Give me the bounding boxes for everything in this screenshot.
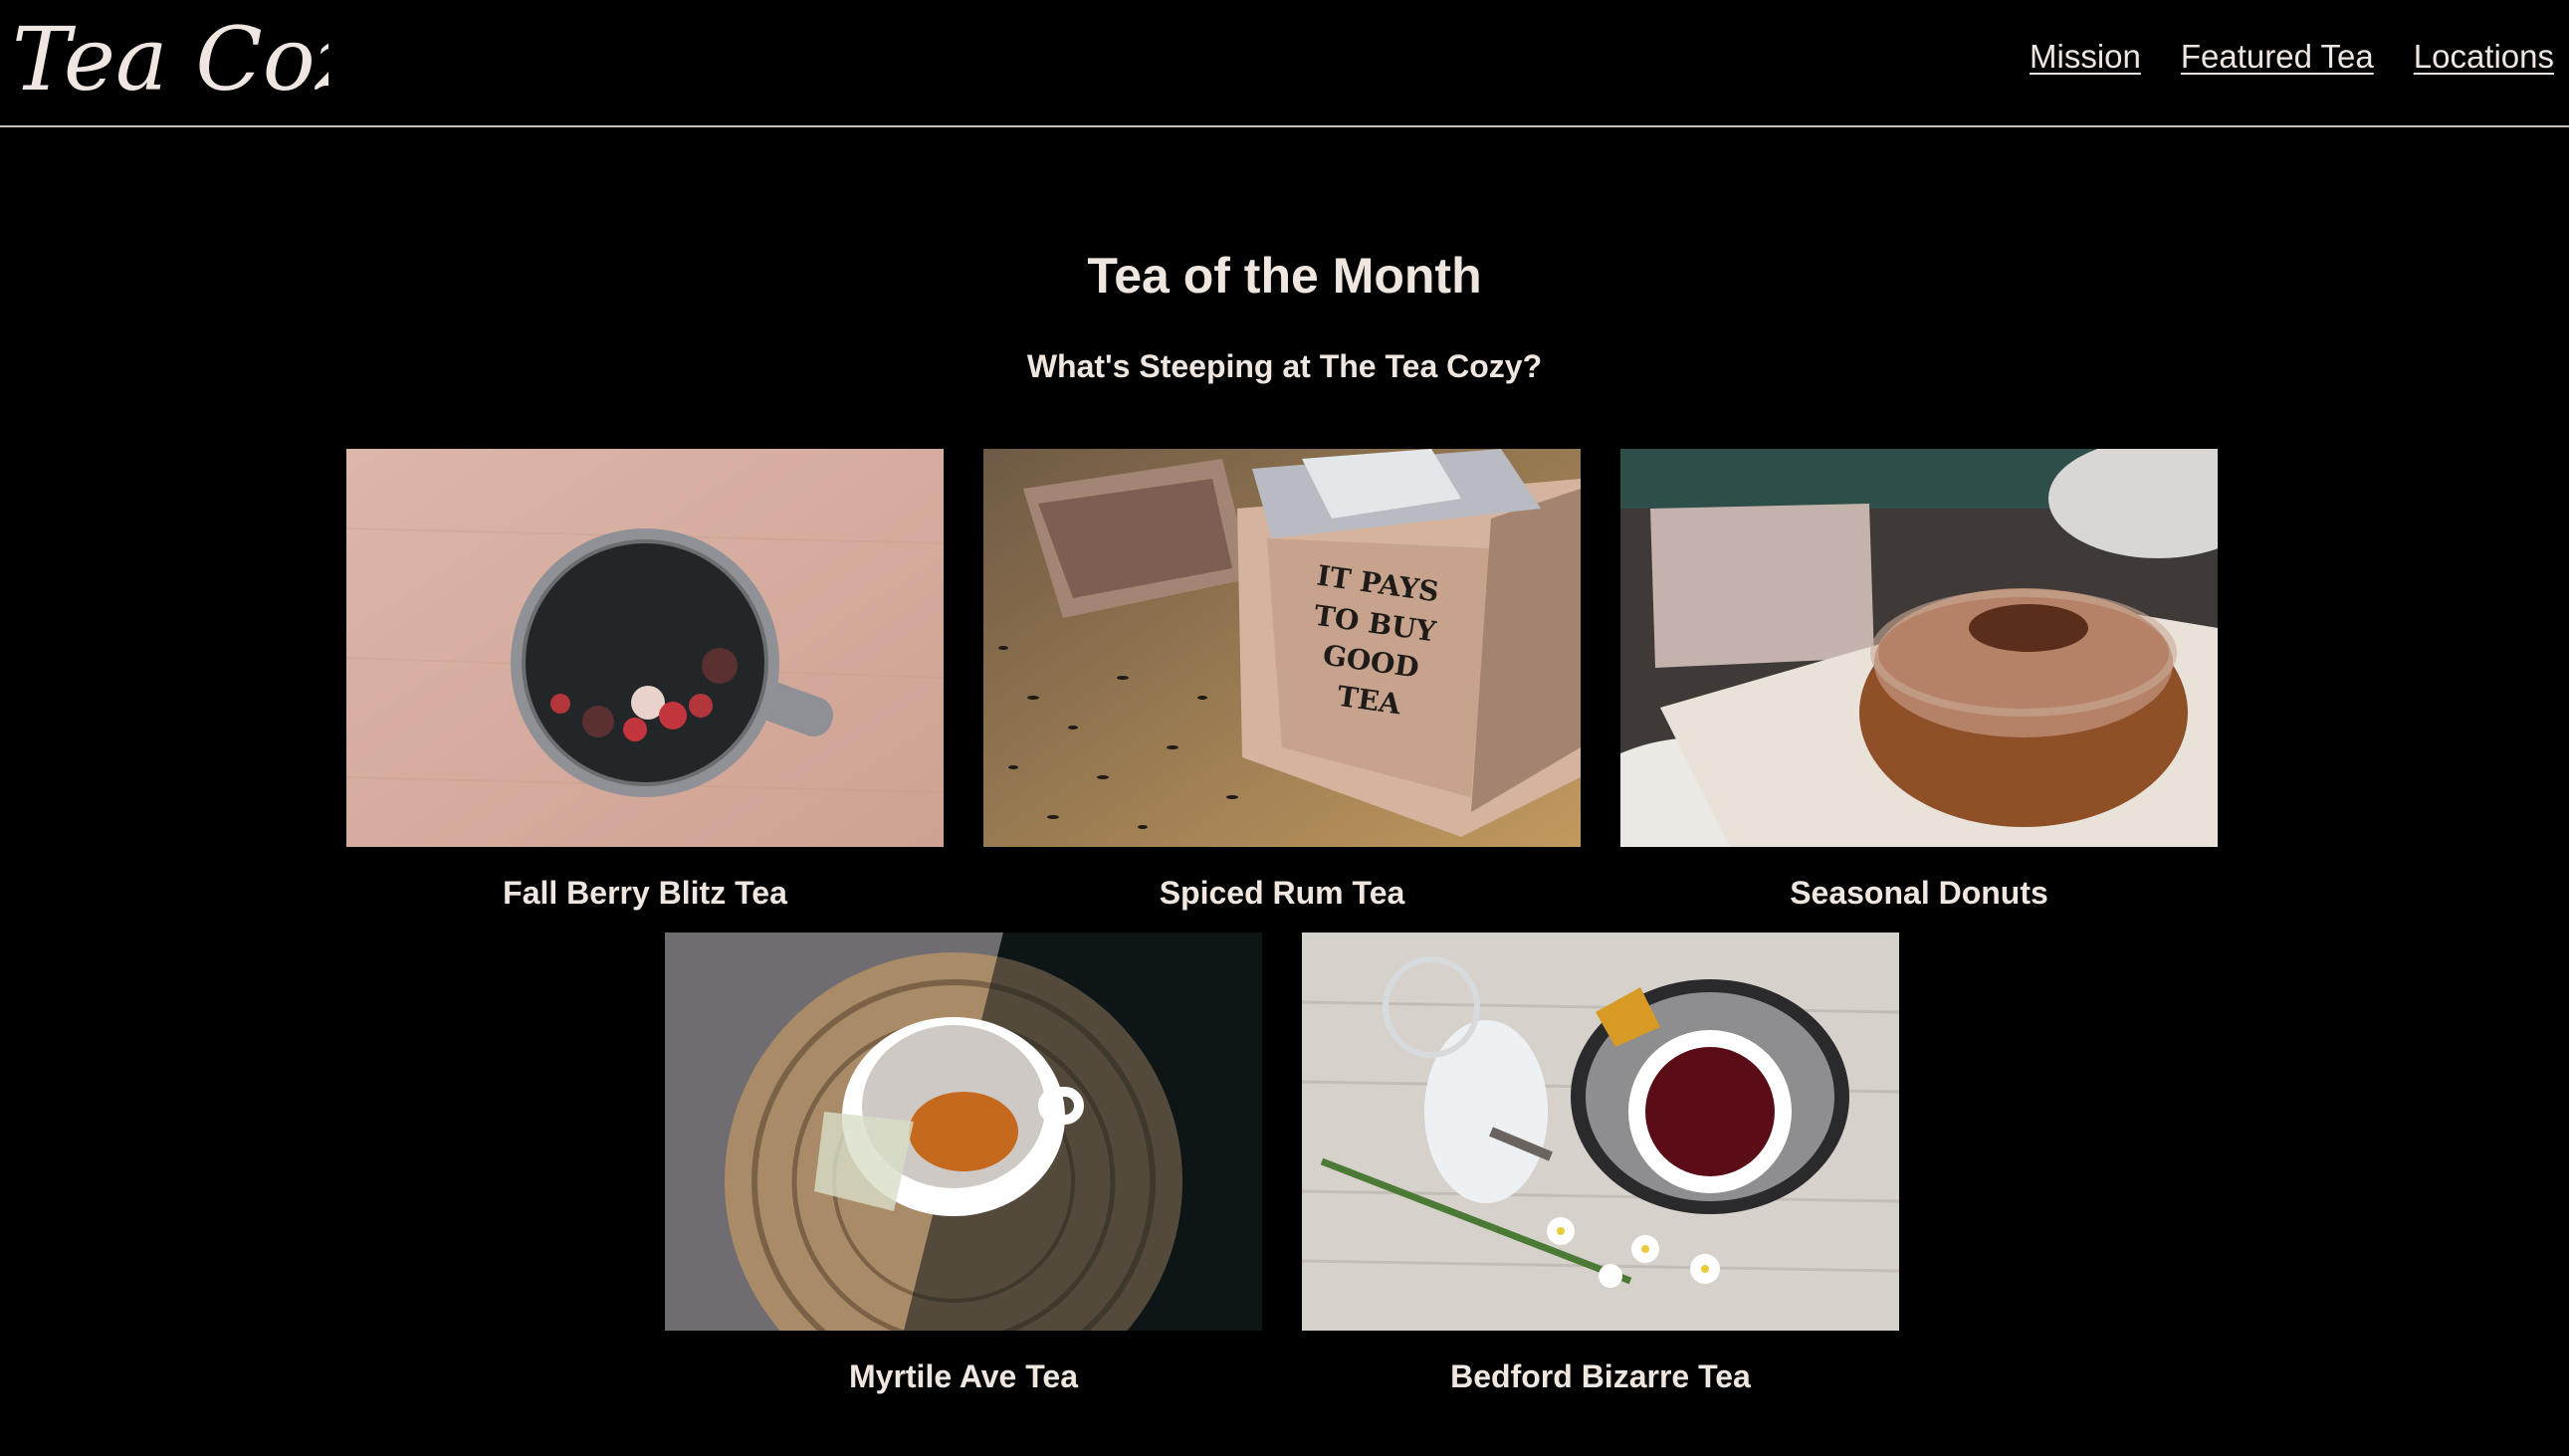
tea-card: Fall Berry Blitz Tea bbox=[346, 449, 944, 912]
logo[interactable]: Tea Cozy bbox=[10, 4, 328, 113]
tea-card: Seasonal Donuts bbox=[1620, 449, 2218, 912]
main-nav: Mission Featured Tea Locations bbox=[2030, 38, 2554, 76]
nav-link-featured-tea[interactable]: Featured Tea bbox=[2181, 38, 2374, 76]
tea-card: Myrtile Ave Tea bbox=[665, 933, 1262, 1395]
site-header: Tea Cozy Mission Featured Tea Locations bbox=[0, 0, 2569, 127]
bedford-bizarre-photo bbox=[1302, 933, 1899, 1331]
spiced-rum-photo: IT PAYS TO BUY GOOD TEA bbox=[983, 449, 1581, 847]
nav-link-mission[interactable]: Mission bbox=[2030, 38, 2141, 76]
tea-name: Bedford Bizarre Tea bbox=[1450, 1358, 1751, 1394]
tea-name: Spiced Rum Tea bbox=[1159, 875, 1405, 911]
page-subtitle: What's Steeping at The Tea Cozy? bbox=[1026, 348, 1543, 384]
page-title: Tea of the Month bbox=[1087, 248, 1482, 304]
fall-berry-blitz-photo bbox=[346, 449, 944, 847]
tea-name: Fall Berry Blitz Tea bbox=[503, 875, 787, 911]
svg-text:Tea Cozy: Tea Cozy bbox=[12, 8, 328, 110]
myrtile-ave-photo bbox=[665, 933, 1262, 1331]
tea-card: IT PAYS TO BUY GOOD TEA Spiced Rum Tea bbox=[983, 449, 1581, 912]
seasonal-donuts-photo bbox=[1620, 449, 2218, 847]
tea-name: Seasonal Donuts bbox=[1790, 875, 2048, 911]
nav-link-locations[interactable]: Locations bbox=[2414, 38, 2554, 76]
tea-card: Bedford Bizarre Tea bbox=[1302, 933, 1899, 1395]
tea-name: Myrtile Ave Tea bbox=[848, 1358, 1078, 1394]
